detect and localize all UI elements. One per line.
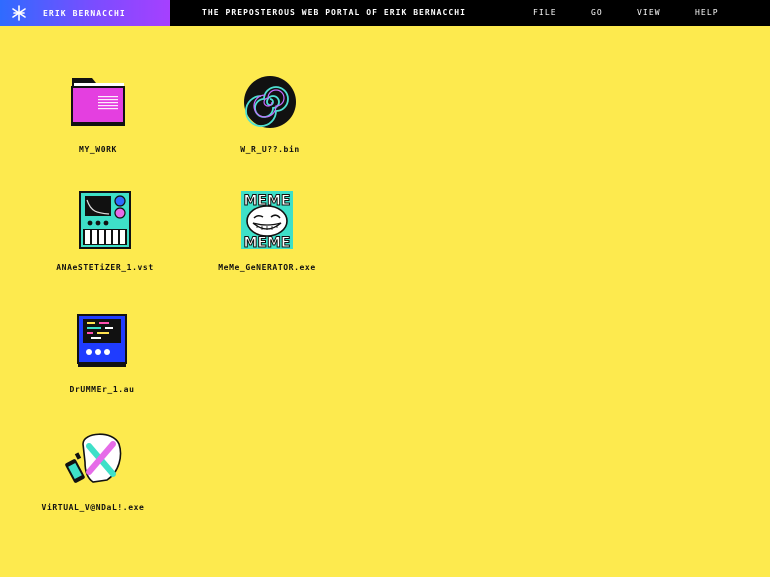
spray-can-vandal-icon [65, 433, 122, 483]
desktop-icon-label: DrUMMEr_1.au [69, 385, 135, 394]
folder-icon [71, 78, 125, 126]
menu-bar: ERIK BERNACCHI THE PREPOSTEROUS WEB PORT… [0, 0, 770, 26]
drum-machine-icon [77, 314, 127, 367]
svg-text:MEME: MEME [244, 235, 291, 250]
desktop-icon-wru-bin[interactable]: W_R_U??.bin [200, 72, 340, 154]
menu-help[interactable]: HELP [695, 8, 719, 17]
menu-file[interactable]: FILE [533, 8, 557, 17]
desktop-icon-meme-generator[interactable]: MEME MEME MeMe_GeNERATOR.exe [197, 190, 337, 272]
menu-view[interactable]: VIEW [637, 8, 661, 17]
desktop-icon-label: MeMe_GeNERATOR.exe [218, 263, 316, 272]
desktop-icon-label: ANAeSTETiZER_1.vst [56, 263, 154, 272]
menu-go[interactable]: GO [591, 8, 603, 17]
spiral-disc-icon [244, 76, 296, 128]
site-title: THE PREPOSTEROUS WEB PORTAL OF ERIK BERN… [202, 8, 466, 17]
desktop-icon-my-work[interactable]: MY_W0RK [28, 72, 168, 154]
troll-face-meme-icon: MEME MEME [241, 191, 293, 250]
desktop-icon-label: ViRTUAL_V@NDaL!.exe [41, 503, 145, 512]
brand-name: ERIK BERNACCHI [43, 8, 126, 18]
desktop-icon-label: MY_W0RK [79, 145, 117, 154]
asterisk-logo-icon [12, 5, 26, 21]
brand-button[interactable]: ERIK BERNACCHI [0, 0, 170, 26]
desktop-icon-anaestetizer[interactable]: ANAeSTETiZER_1.vst [35, 190, 175, 272]
desktop-icon-label: W_R_U??.bin [240, 145, 300, 154]
desktop-icon-virtual-vandal[interactable]: ViRTUAL_V@NDaL!.exe [23, 430, 163, 512]
desktop-icon-drummer[interactable]: DrUMMEr_1.au [32, 312, 172, 394]
synth-plugin-icon [79, 191, 131, 249]
